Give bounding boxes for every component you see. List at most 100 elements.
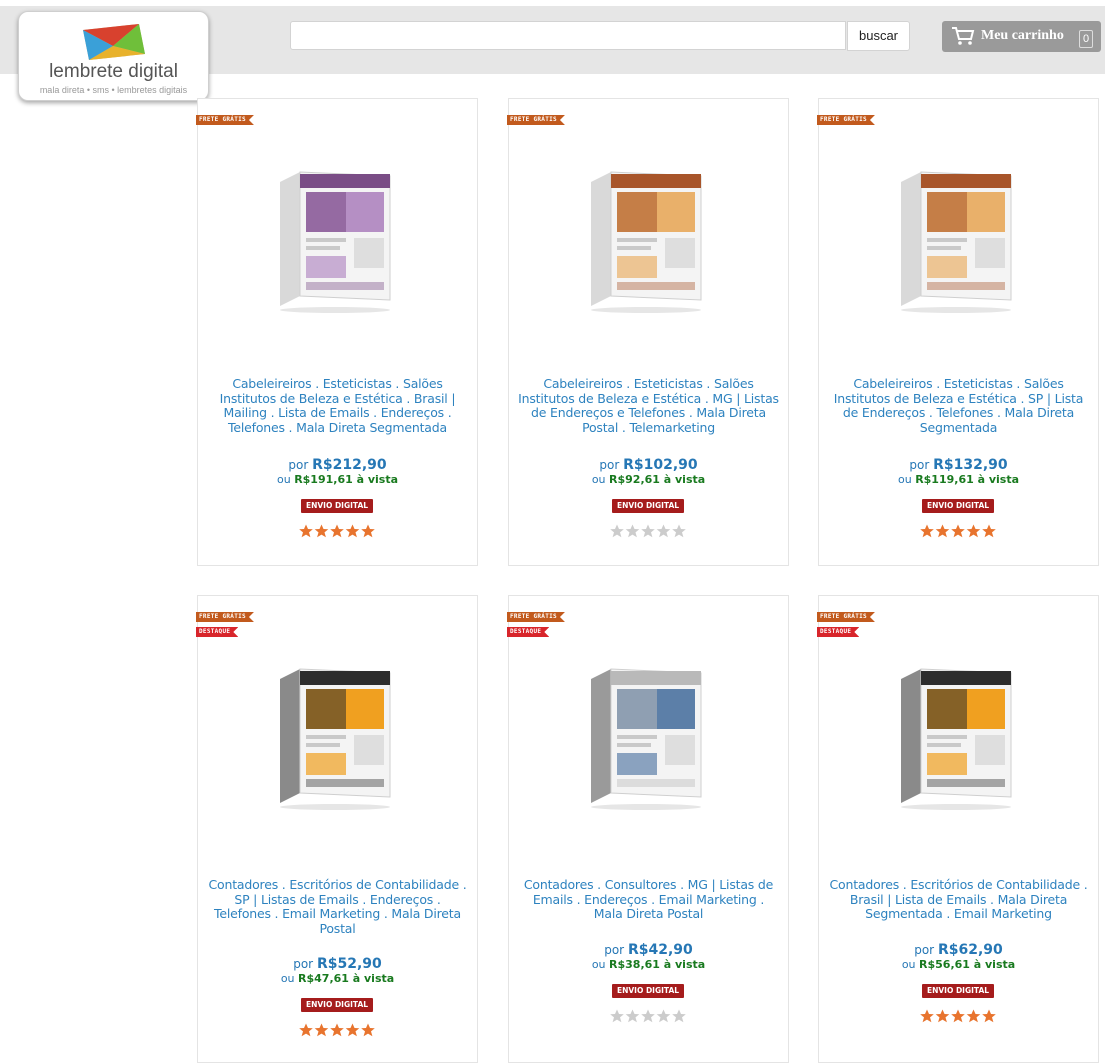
product-price: por R$42,90	[509, 942, 788, 958]
cash-price: ou R$38,61 à vista	[509, 958, 788, 971]
product-price: por R$212,90	[198, 457, 477, 473]
star-icon	[330, 1023, 344, 1037]
price-value: R$42,90	[627, 942, 693, 958]
price-value: R$52,90	[316, 956, 382, 972]
star-icon	[625, 524, 640, 538]
rating-stars[interactable]	[299, 523, 377, 538]
star-icon	[361, 1023, 375, 1037]
price-prefix: por	[599, 458, 620, 472]
logo-name: lembrete digital	[49, 61, 178, 82]
logo-tagline: mala direta • sms • lembretes digitais	[39, 85, 188, 95]
product-price: por R$62,90	[819, 942, 1098, 958]
cart-button[interactable]: Meu carrinho 0	[942, 21, 1101, 52]
product-title-link[interactable]: Cabeleireiros . Esteticistas . Salões In…	[517, 376, 780, 435]
cash-price: ou R$47,61 à vista	[198, 972, 477, 985]
star-icon	[951, 1009, 965, 1023]
product-price: por R$102,90	[509, 457, 788, 473]
star-icon	[920, 1009, 934, 1023]
star-icon	[610, 1009, 624, 1023]
star-icon	[982, 524, 996, 538]
envelope-logo-icon	[83, 24, 145, 60]
star-icon	[641, 1009, 655, 1023]
cash-value: R$38,61 à vista	[609, 958, 706, 971]
star-icon	[982, 1009, 996, 1023]
cash-value: R$119,61 à vista	[915, 473, 1020, 486]
star-icon	[314, 1023, 329, 1037]
star-icon	[314, 524, 329, 538]
price-prefix: por	[909, 458, 930, 472]
star-icon	[672, 524, 686, 538]
price-prefix: por	[914, 943, 935, 957]
star-icon	[966, 1009, 981, 1023]
product-image[interactable]	[270, 164, 400, 314]
star-icon	[330, 524, 344, 538]
product-card[interactable]: FRETE GRÁTIS Cabeleireiros . Esteticistas…	[818, 98, 1099, 566]
destaque-ribbon: DESTAQUE	[196, 627, 238, 637]
product-title-link[interactable]: Contadores . Escritórios de Contabilidad…	[206, 877, 469, 936]
cash-price: ou R$119,61 à vista	[819, 473, 1098, 486]
search-input[interactable]	[290, 21, 846, 50]
star-icon	[625, 1009, 640, 1023]
rating-stars[interactable]	[299, 1022, 377, 1037]
cart-label: Meu carrinho	[981, 28, 1064, 43]
rating-stars[interactable]	[920, 523, 998, 538]
product-card[interactable]: FRETE GRÁTIS Cabeleireiros . Esteticistas…	[508, 98, 789, 566]
frete-gratis-ribbon: FRETE GRÁTIS	[507, 115, 565, 125]
star-icon	[672, 1009, 686, 1023]
search-button[interactable]: buscar	[847, 21, 910, 51]
product-title-link[interactable]: Contadores . Consultores . MG | Listas d…	[517, 877, 780, 922]
product-image[interactable]	[581, 661, 711, 811]
frete-gratis-ribbon: FRETE GRÁTIS	[817, 115, 875, 125]
product-price: por R$132,90	[819, 457, 1098, 473]
product-image[interactable]	[891, 661, 1021, 811]
price-value: R$212,90	[312, 457, 387, 473]
star-icon	[920, 524, 934, 538]
product-card[interactable]: FRETE GRÁTIS DESTAQUE Contadores . Escritó…	[818, 595, 1099, 1063]
frete-gratis-ribbon: FRETE GRÁTIS	[196, 115, 254, 125]
envio-digital-badge: ENVIO DIGITAL	[922, 499, 994, 513]
cash-price: ou R$92,61 à vista	[509, 473, 788, 486]
cash-prefix: ou	[901, 958, 916, 971]
cash-value: R$47,61 à vista	[298, 972, 395, 985]
product-title-link[interactable]: Contadores . Escritórios de Contabilidad…	[827, 877, 1090, 922]
cash-price: ou R$191,61 à vista	[198, 473, 477, 486]
destaque-ribbon: DESTAQUE	[817, 627, 859, 637]
rating-stars[interactable]	[920, 1008, 998, 1023]
star-icon	[610, 524, 624, 538]
star-icon	[299, 1023, 313, 1037]
star-icon	[345, 1023, 360, 1037]
product-card[interactable]: FRETE GRÁTIS Cabeleireiros . Esteticistas…	[197, 98, 478, 566]
cash-price: ou R$56,61 à vista	[819, 958, 1098, 971]
rating-stars[interactable]	[610, 1008, 688, 1023]
cart-count-badge: 0	[1079, 30, 1093, 48]
frete-gratis-ribbon: FRETE GRÁTIS	[507, 612, 565, 622]
envio-digital-badge: ENVIO DIGITAL	[301, 499, 373, 513]
frete-gratis-ribbon: FRETE GRÁTIS	[196, 612, 254, 622]
cash-prefix: ou	[280, 972, 295, 985]
star-icon	[966, 524, 981, 538]
product-image[interactable]	[270, 661, 400, 811]
product-image[interactable]	[891, 164, 1021, 314]
cash-prefix: ou	[897, 473, 912, 486]
rating-stars[interactable]	[610, 523, 688, 538]
product-image[interactable]	[581, 164, 711, 314]
star-icon	[345, 524, 360, 538]
cash-value: R$56,61 à vista	[919, 958, 1016, 971]
product-title-link[interactable]: Cabeleireiros . Esteticistas . Salões In…	[206, 376, 469, 435]
product-card[interactable]: FRETE GRÁTIS DESTAQUE Contadores . Consult…	[508, 595, 789, 1063]
cash-prefix: ou	[276, 473, 291, 486]
cash-prefix: ou	[591, 473, 606, 486]
cart-icon	[952, 27, 975, 45]
envio-digital-badge: ENVIO DIGITAL	[612, 984, 684, 998]
star-icon	[656, 1009, 671, 1023]
product-title-link[interactable]: Cabeleireiros . Esteticistas . Salões In…	[827, 376, 1090, 435]
destaque-ribbon: DESTAQUE	[507, 627, 549, 637]
frete-gratis-ribbon: FRETE GRÁTIS	[817, 612, 875, 622]
price-prefix: por	[604, 943, 625, 957]
price-prefix: por	[288, 458, 309, 472]
price-value: R$62,90	[937, 942, 1003, 958]
star-icon	[951, 524, 965, 538]
star-icon	[299, 524, 313, 538]
product-card[interactable]: FRETE GRÁTIS DESTAQUE Contadores . Escritó…	[197, 595, 478, 1063]
site-logo[interactable]: lembrete digital mala direta • sms • lem…	[18, 11, 209, 101]
